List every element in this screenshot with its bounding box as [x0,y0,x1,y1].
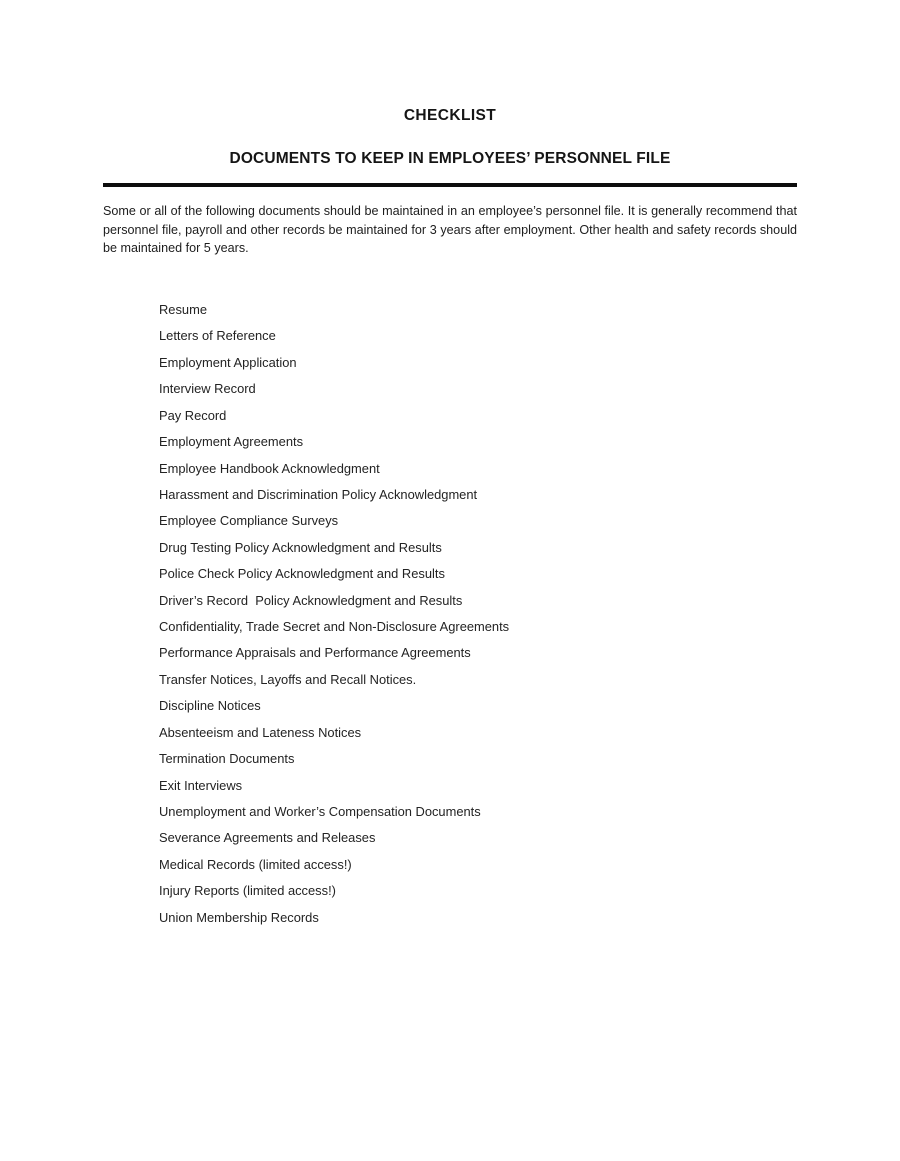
horizontal-rule [103,183,797,187]
list-item: Injury Reports (limited access!) [159,883,336,899]
list-item: Medical Records (limited access!) [159,856,352,872]
list-item: Harassment and Discrimination Policy Ack… [159,486,478,502]
checklist-items: Resume Letters of Reference Employment App… [159,297,839,931]
list-item: Resume [159,302,207,317]
list-item: Pay Record [159,407,227,423]
list-item: Interview Record [159,381,256,397]
intro-paragraph: Some or all of the following documents s… [103,204,797,256]
list-item: Letters of Reference [159,328,276,344]
list-item: Driver’s Record Policy Acknowledgment an… [159,592,463,608]
page-subtitle: DOCUMENTS TO KEEP IN EMPLOYEES’ PERSONNE… [229,150,671,167]
list-item: Drug Testing Policy Acknowledgment and R… [159,539,442,555]
page-title: CHECKLIST [403,107,497,124]
list-item: Severance Agreements and Releases [159,830,376,846]
list-item: Absenteeism and Lateness Notices [159,724,362,740]
list-item: Unemployment and Worker’s Compensation D… [159,804,481,820]
list-item: Transfer Notices, Layoffs and Recall Not… [159,671,417,687]
list-item: Police Check Policy Acknowledgment and R… [159,566,445,582]
list-item: Employee Compliance Surveys [159,513,339,529]
list-item: Employment Application [159,354,297,370]
list-item: Termination Documents [159,751,295,767]
document-page: CHECKLIST DOCUMENTS TO KEEP IN EMPLOYEES… [0,0,900,1161]
list-item: Exit Interviews [159,777,243,793]
list-item: Performance Appraisals and Performance A… [159,645,471,661]
list-item: Union Membership Records [159,909,319,925]
list-item: Employee Handbook Acknowledgment [159,460,380,476]
list-item: Employment Agreements [159,434,304,450]
list-item: Discipline Notices [159,698,261,714]
list-item: Confidentiality, Trade Secret and Non-Di… [159,619,510,635]
